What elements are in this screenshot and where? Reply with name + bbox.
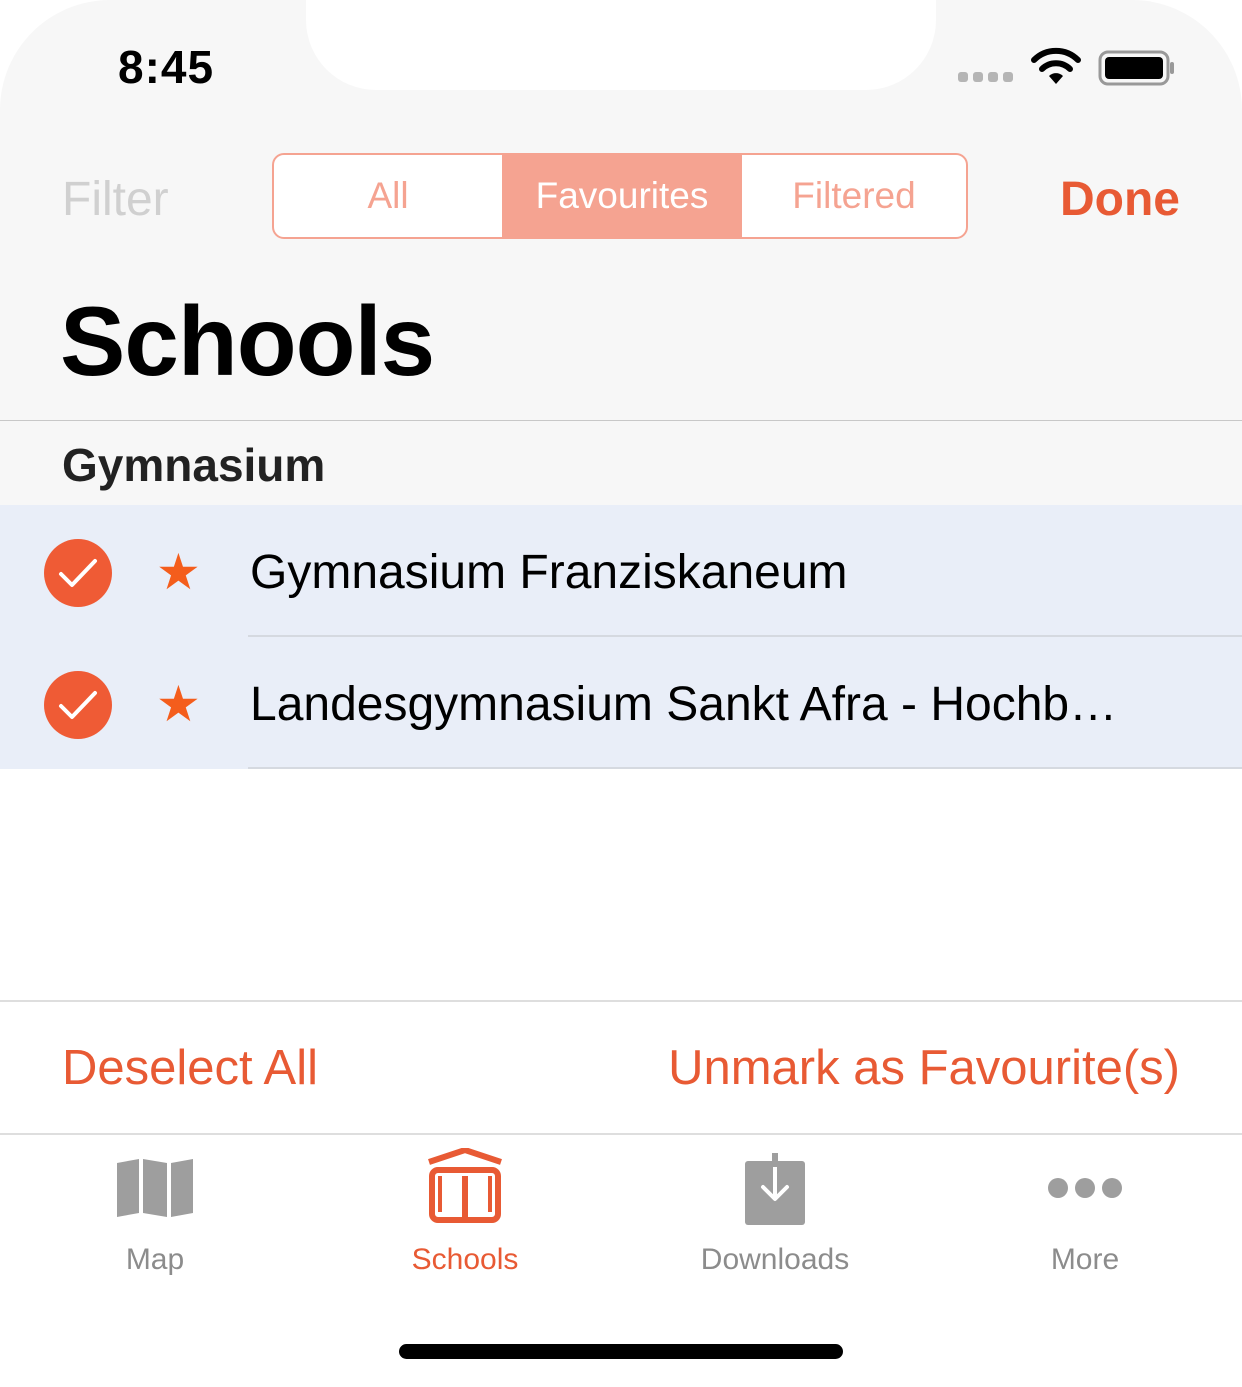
section-title: Gymnasium xyxy=(62,439,326,491)
table-row[interactable]: ★ Landesgymnasium Sankt Afra - Hochb… xyxy=(0,637,1242,769)
school-name: Landesgymnasium Sankt Afra - Hochb… xyxy=(250,678,1118,731)
tab-more[interactable]: More xyxy=(930,1143,1240,1293)
status-time: 8:45 xyxy=(118,41,215,93)
device-notch xyxy=(306,0,936,90)
tab-downloads[interactable]: Downloads xyxy=(620,1143,930,1293)
school-name: Gymnasium Franziskaneum xyxy=(250,546,848,599)
tab-label: More xyxy=(1050,1243,1120,1276)
map-icon xyxy=(117,1159,193,1217)
favourite-star-icon: ★ xyxy=(156,676,201,732)
toolbar-divider xyxy=(0,1000,1242,1002)
tab-schools[interactable]: Schools xyxy=(310,1143,620,1293)
row-separator xyxy=(248,767,1242,769)
favourite-star-icon: ★ xyxy=(156,544,201,600)
done-button[interactable]: Done xyxy=(1060,172,1180,227)
segment-filtered[interactable]: Filtered xyxy=(740,155,966,237)
tab-label: Downloads xyxy=(700,1243,850,1276)
unmark-favourites-button[interactable]: Unmark as Favourite(s) xyxy=(668,1040,1180,1096)
wifi-icon xyxy=(1031,47,1081,84)
deselect-all-button[interactable]: Deselect All xyxy=(62,1040,318,1096)
page-title: Schools xyxy=(60,286,435,396)
segment-favourites[interactable]: Favourites xyxy=(504,155,740,237)
tab-map[interactable]: Map xyxy=(0,1143,310,1293)
segment-all[interactable]: All xyxy=(274,155,504,237)
checkmark-selected-icon[interactable] xyxy=(44,539,112,607)
checkmark-selected-icon[interactable] xyxy=(44,671,112,739)
filter-button[interactable]: Filter xyxy=(62,172,169,227)
more-icon xyxy=(1048,1178,1122,1198)
battery-icon xyxy=(1098,50,1174,86)
tab-label: Schools xyxy=(411,1243,519,1276)
tab-label: Map xyxy=(125,1243,185,1276)
tab-bar-divider xyxy=(0,1133,1242,1135)
home-indicator xyxy=(399,1344,843,1359)
cellular-signal-icon xyxy=(958,72,1013,82)
book-icon xyxy=(428,1148,502,1223)
segmented-control: All Favourites Filtered xyxy=(272,153,968,239)
table-row[interactable]: ★ Gymnasium Franziskaneum xyxy=(0,505,1242,637)
download-icon xyxy=(745,1153,805,1225)
